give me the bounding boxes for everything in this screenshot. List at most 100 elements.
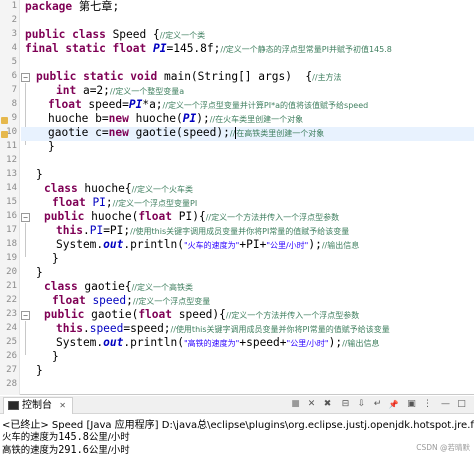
line-number: 20 <box>6 267 17 277</box>
code-token: PI <box>89 224 104 237</box>
code-token: huoche( <box>128 112 183 125</box>
watermark: CSDN @若晴默 <box>416 443 470 452</box>
code-token: float <box>138 308 172 321</box>
line-number: 14 <box>6 183 17 193</box>
code-string: "火车的速度为" <box>184 241 240 250</box>
tab-console[interactable]: 控制台 ✕ <box>3 397 73 414</box>
code-line: float speed;//定义一个浮点型变量 <box>52 294 210 309</box>
warning-marker-icon[interactable] <box>1 117 8 124</box>
fold-toggle-icon[interactable]: − <box>21 311 30 320</box>
output-value: 291.6 <box>58 445 89 455</box>
code-token: public class <box>25 28 106 41</box>
line-number: 15 <box>6 197 17 207</box>
code-line: } <box>52 350 59 364</box>
code-line: class huoche{//定义一个火车类 <box>44 182 193 197</box>
tab-console-label: 控制台 <box>22 400 52 411</box>
code-line: public static void main(String[] args) {… <box>36 70 342 85</box>
scroll-lock-icon[interactable]: ⇩ <box>355 398 368 411</box>
code-line: System.out.println("火车的速度为"+PI+"公里/小时");… <box>56 238 359 253</box>
line-number: 24 <box>6 323 17 333</box>
code-token: 第七章; <box>72 0 120 13</box>
code-token: ); <box>196 112 210 125</box>
code-token: float <box>48 98 82 111</box>
code-line: public gaotie(float speed){//定义一个方法并传入一个… <box>44 308 359 323</box>
code-token: } <box>48 140 55 153</box>
code-token: this <box>56 322 83 335</box>
code-token: .println( <box>123 336 184 349</box>
code-token: =145.8f; <box>166 42 221 55</box>
code-comment: //定义一个高铁类 <box>131 283 193 292</box>
output-label: 高铁的速度为 <box>2 445 59 455</box>
line-number: 17 <box>6 225 17 235</box>
fold-toggle-icon[interactable]: − <box>21 73 30 82</box>
code-token: PI){ <box>172 210 206 223</box>
code-editor[interactable]: 1 2 3 4 5 6 7 8 9 10 11 12 13 14 15 16 1… <box>0 0 474 395</box>
code-string: "高铁的速度为" <box>184 339 240 348</box>
code-token: int <box>56 84 77 97</box>
code-token: gaotie( <box>84 308 139 321</box>
minimize-icon[interactable]: — <box>439 398 452 411</box>
code-comment: 在高铁类里创建一个对象 <box>236 129 325 138</box>
code-token: ); <box>328 336 343 349</box>
line-number: 2 <box>11 15 17 25</box>
word-wrap-icon[interactable]: ↵ <box>371 398 384 411</box>
code-token: =speed; <box>123 322 171 335</box>
code-comment: //主方法 <box>312 73 342 82</box>
warning-marker-icon[interactable] <box>1 131 8 138</box>
fold-guide <box>25 223 26 257</box>
line-number: 22 <box>6 295 17 305</box>
code-line: int a=2;//定义一个整型变量a <box>56 84 184 99</box>
code-token: gaotie(speed); <box>128 126 230 139</box>
output-unit: 公里/小时 <box>88 445 130 455</box>
code-token: package <box>25 0 73 13</box>
code-line: gaotie c=new gaotie(speed);//在高铁类里创建一个对象 <box>48 126 324 141</box>
code-token: float <box>52 196 86 209</box>
code-token: gaotie{ <box>77 280 132 293</box>
line-number: 28 <box>6 379 17 389</box>
code-comment: //输出信息 <box>342 339 380 348</box>
code-token: a=2; <box>76 84 110 97</box>
clear-console-icon[interactable]: ⊟ <box>339 398 352 411</box>
code-token: gaotie c= <box>48 126 109 139</box>
code-token: PI <box>182 112 197 125</box>
code-token: speed= <box>81 98 129 111</box>
fold-toggle-icon[interactable]: − <box>21 213 30 222</box>
close-icon[interactable]: ✕ <box>59 401 66 410</box>
code-token: new <box>108 112 129 125</box>
code-token: this <box>56 224 83 237</box>
code-comment: //定义一个火车类 <box>131 185 193 194</box>
remove-launch-icon[interactable]: ✕ <box>305 398 318 411</box>
view-menu-icon[interactable]: ⋮ <box>421 398 434 411</box>
code-comment: //使用this关键字调用成员变量并你将PI常量的值赋予给该变量 <box>170 325 390 334</box>
line-number: 23 <box>6 309 17 319</box>
remove-all-icon[interactable]: ✖ <box>321 398 334 411</box>
code-token: ); <box>308 238 322 251</box>
code-token: class <box>44 280 78 293</box>
code-comment: //定义一个静态的浮点型常量PI并赋予初值145.8 <box>220 45 392 54</box>
code-string: "公里/小时" <box>286 339 329 348</box>
line-number: 11 <box>6 141 17 151</box>
pin-icon[interactable]: 📌 <box>387 398 400 411</box>
code-line: public class Speed {//定义一个类 <box>25 28 205 43</box>
line-number: 21 <box>6 281 17 291</box>
code-token: float <box>52 294 86 307</box>
line-number: 16 <box>6 211 17 221</box>
code-token: .println( <box>123 238 184 251</box>
code-line: public huoche(float PI){//定义一个方法并传入一个浮点型… <box>44 210 339 225</box>
console-output-line: 高铁的速度为291.6公里/小时 <box>2 442 130 455</box>
code-line: class gaotie{//定义一个高铁类 <box>44 280 193 295</box>
code-comment: //在火车类里创建一个对象 <box>209 115 304 124</box>
code-token: huoche{ <box>77 182 132 195</box>
code-line: System.out.println("高铁的速度为"+speed+"公里/小时… <box>56 336 379 351</box>
code-token: huoche b= <box>48 112 109 125</box>
code-comment: //定义一个方法并传入一个浮点型参数 <box>225 311 360 320</box>
code-token: new <box>108 126 129 139</box>
code-token: huoche( <box>84 210 139 223</box>
line-number: 5 <box>11 57 17 67</box>
open-console-icon[interactable]: ▣ <box>405 398 418 411</box>
maximize-icon[interactable]: □ <box>455 398 468 411</box>
code-token: +speed+ <box>239 336 287 349</box>
code-comment: //定义一个浮点型变量 <box>132 297 211 306</box>
stop-icon[interactable]: ■ <box>289 398 302 411</box>
code-token: *a; <box>142 98 163 111</box>
